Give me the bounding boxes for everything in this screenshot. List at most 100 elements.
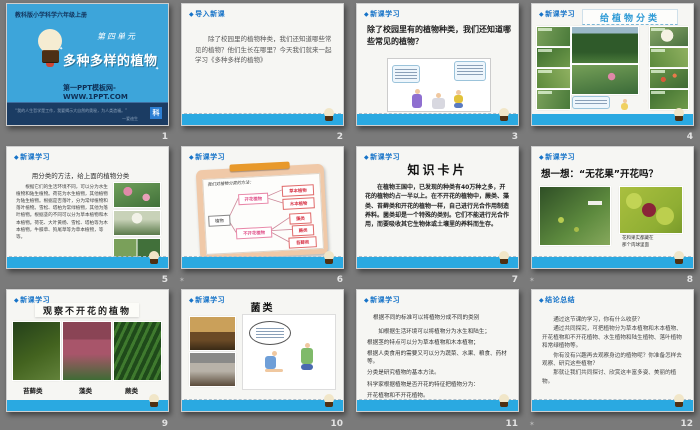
lightbulb-icon [148, 251, 160, 267]
slide-header: ◆新课学习 [14, 295, 50, 305]
body-line: 分类是研究植物的基本方法。 [367, 370, 440, 377]
diamond-bullet-icon: ◆ [539, 297, 545, 304]
slide-header: ◆新课学习 [364, 152, 400, 162]
body-line: 那就让我们共同探讨、欣赏这丰富多姿、美丽的植物。 [542, 370, 677, 385]
fig-fruit [558, 217, 564, 223]
slide-thumbnail-11[interactable]: ◆新课学习 根据不同的标准可以将植物分成不同的类别 如根据生活环境可以将植物分为… [356, 289, 519, 412]
caption-line: 那个肉球里面 [622, 242, 649, 248]
lightbulb-icon [673, 251, 685, 267]
kneeling-figure [301, 343, 313, 370]
unit-label: 第四单元 [97, 32, 137, 41]
clipboard-clip [229, 161, 290, 172]
quote-text: “我的人生哲学是工作，我要揭示大自然的奥秘，为人类造福。” [15, 108, 128, 113]
diamond-bullet-icon: ◆ [539, 154, 545, 161]
lightbulb-icon [323, 251, 335, 267]
slide-subtitle: 用分类的方法，给上面的植物分类 [31, 172, 130, 180]
node-herb: 草本植物 [281, 184, 315, 197]
blossom-photo [114, 211, 160, 235]
deck-title: 多种多样的植物 [63, 54, 158, 69]
diamond-bullet-icon: ◆ [364, 297, 370, 304]
slide-thumbnail-5[interactable]: ◆新课学习 用分类的方法，给上面的植物分类 根据它们的生活环境不同，可以分为水生… [6, 146, 169, 269]
slide-thumbnail-6[interactable]: ◆新课学习 我们对植物分类的方法： 植物 开花植物 不开花植物 草本植物 木本植… [181, 146, 344, 269]
slide-cell-6: ◆新课学习 我们对植物分类的方法： 植物 开花植物 不开花植物 草本植物 木本植… [175, 143, 350, 286]
slide-number: 12 [680, 419, 693, 429]
slide-header: ◆新课学习 [14, 152, 50, 162]
slide-title: 观察不开花的植物 [42, 306, 131, 317]
bottom-strip [532, 400, 693, 411]
slide-cell-10: ◆新课学习 菌类 10 [175, 286, 350, 430]
slide-header: ◆新课学习 [539, 9, 575, 19]
quote-bar: “我的人生哲学是工作，我要揭示大自然的奥秘，为人类造福。” —爱迪生 科 [7, 102, 168, 125]
question-text: 除了校园里有的植物种类，我们还知道哪些常见的植物？ [367, 25, 511, 46]
slide-cell-4: ◆新课学习 给植物分类 4 [525, 0, 700, 143]
diamond-bullet-icon: ◆ [189, 11, 195, 18]
science-seal-icon: 科 [150, 107, 162, 119]
kid-figure [412, 89, 422, 108]
diamond-bullet-icon: ◆ [364, 11, 370, 18]
slide-title: 给植物分类 [599, 13, 660, 24]
slide-thumbnail-10[interactable]: ◆新课学习 菌类 [181, 289, 344, 412]
slide-thumbnail-1[interactable]: 教科版小学科学六年级上册 第四单元 ✦ ✦ 多种多样的植物 第一PPT模板网-W… [6, 3, 169, 126]
plant-photo [650, 90, 688, 109]
lightbulb-icon [148, 394, 160, 410]
plant-photo-collage [537, 27, 688, 110]
slide-thumbnail-7[interactable]: ◆新课学习 知识卡片 在植物王国中，已发现的种类有40万种之多，开花的植物约占一… [356, 146, 519, 269]
slide-thumbnail-8[interactable]: ◆新课学习 想一想：“无花果”开花吗？ 花和果实都藏在 那个肉球里面 [531, 146, 694, 269]
body-lines: 通过这节课的学习，你有什么收获？ 通过共同探究，可把植物分为草本植物和木本植物、… [542, 316, 684, 387]
body-line: 根据人类食用的需要又可以分为蔬菜、水果、粮食、药材等。 [367, 351, 507, 366]
slide-number: 2 [336, 132, 343, 142]
transition-indicator-icon: ✶ [529, 276, 535, 284]
photo-row [13, 322, 161, 380]
diamond-bullet-icon: ◆ [189, 297, 195, 304]
body-line: 如根据生活环境可以将植物分为水生和陆生； [378, 329, 491, 335]
slide-sorter-grid: 教科版小学科学六年级上册 第四单元 ✦ ✦ 多种多样的植物 第一PPT模板网-W… [0, 0, 700, 430]
slide-number: 5 [161, 275, 168, 285]
diamond-bullet-icon: ◆ [14, 154, 20, 161]
slide-number: 11 [505, 419, 518, 429]
bottom-strip [182, 114, 343, 125]
slide-cell-2: ◆导入新课 除了校园里的植物种类，我们还知道哪些常见的植物？他们生长在哪里？今天… [175, 0, 350, 143]
header-label: 新课学习 [195, 153, 226, 161]
photo-caption: 花和果实都藏在 那个肉球里面 [622, 236, 654, 250]
slide-cell-8: ◆新课学习 想一想：“无花果”开花吗？ 花和果实都藏在 那个肉球里面 ✶ 8 [525, 143, 700, 286]
slide-cell-5: ◆新课学习 用分类的方法，给上面的植物分类 根据它们的生活环境不同，可以分为水生… [0, 143, 175, 286]
slide-header: ◆结论总结 [539, 295, 575, 305]
body-line: 科学家根据植物是否开花的特征把植物分为： [367, 381, 479, 388]
slide-thumbnail-3[interactable]: ◆新课学习 除了校园里有的植物种类，我们还知道哪些常见的植物？ [356, 3, 519, 126]
slide-thumbnail-4[interactable]: ◆新课学习 给植物分类 [531, 3, 694, 126]
bottom-strip [357, 114, 518, 125]
slide-title: 知识卡片 [407, 163, 468, 177]
body-lines: 如根据生活环境可以将植物分为水生和陆生； 根据茎的特点可以分为草本植物和木本植物… [367, 328, 510, 403]
bottom-strip [357, 400, 518, 411]
slide-header: ◆导入新课 [189, 9, 225, 19]
slide-title: 想一想：“无花果”开花吗？ [541, 169, 658, 180]
slide-number: 10 [330, 419, 343, 429]
body-line: 根据茎的特点可以分为草本植物和木本植物； [367, 340, 479, 347]
photo-label: 藻类 [79, 387, 92, 395]
cut-fig-center [642, 203, 656, 217]
mushroom-photo [190, 317, 235, 350]
slide-number: 4 [686, 132, 693, 142]
slide-thumbnail-9[interactable]: ◆新课学习 观察不开花的植物 苔藓类 藻类 蕨类 [6, 289, 169, 412]
photo-label: 蕨类 [125, 387, 138, 395]
lightbulb-icon [673, 108, 685, 124]
plant-photo [650, 27, 688, 46]
slide-cell-11: ◆新课学习 根据不同的标准可以将植物分成不同的类别 如根据生活环境可以将植物分为… [350, 286, 525, 430]
slide-thumbnail-2[interactable]: ◆导入新课 除了校园里的植物种类，我们还知道哪些常见的植物？他们生长在哪里？今天… [181, 3, 344, 126]
slide-cell-7: ◆新课学习 知识卡片 在植物王国中，已发现的种类有40万种之多，开花的植物约占一… [350, 143, 525, 286]
node-plants: 植物 [208, 214, 231, 227]
fig-branch-photo [540, 187, 610, 245]
body-line: 通过共同探究，可把植物分为草本植物和木本植物、开花植物和不开花植物、水生植物和陆… [542, 326, 682, 350]
bottom-strip [532, 114, 693, 125]
node-flowering: 开花植物 [238, 192, 269, 206]
slide-header: ◆新课学习 [364, 9, 400, 19]
quote-author: —爱迪生 [122, 116, 138, 121]
body-text: 根据它们的生活环境不同，可以分为水生植物和陆生植物。荷花为水生植物，其他植物为陆… [16, 185, 108, 240]
slide-thumbnail-12[interactable]: ◆结论总结 通过这节课的学习，你有什么收获？ 通过共同探究，可把植物分为草本植物… [531, 289, 694, 412]
header-label: 新课学习 [20, 296, 51, 304]
slide-number: 7 [511, 275, 518, 285]
bottom-strip [7, 257, 168, 268]
diamond-bullet-icon: ◆ [539, 11, 545, 18]
body-text: 除了校园里的植物种类，我们还知道哪些常见的植物？他们生长在哪里？今天我们就来一起… [195, 35, 332, 65]
body-line: 通过这节课的学习，你有什么收获？ [553, 317, 643, 323]
